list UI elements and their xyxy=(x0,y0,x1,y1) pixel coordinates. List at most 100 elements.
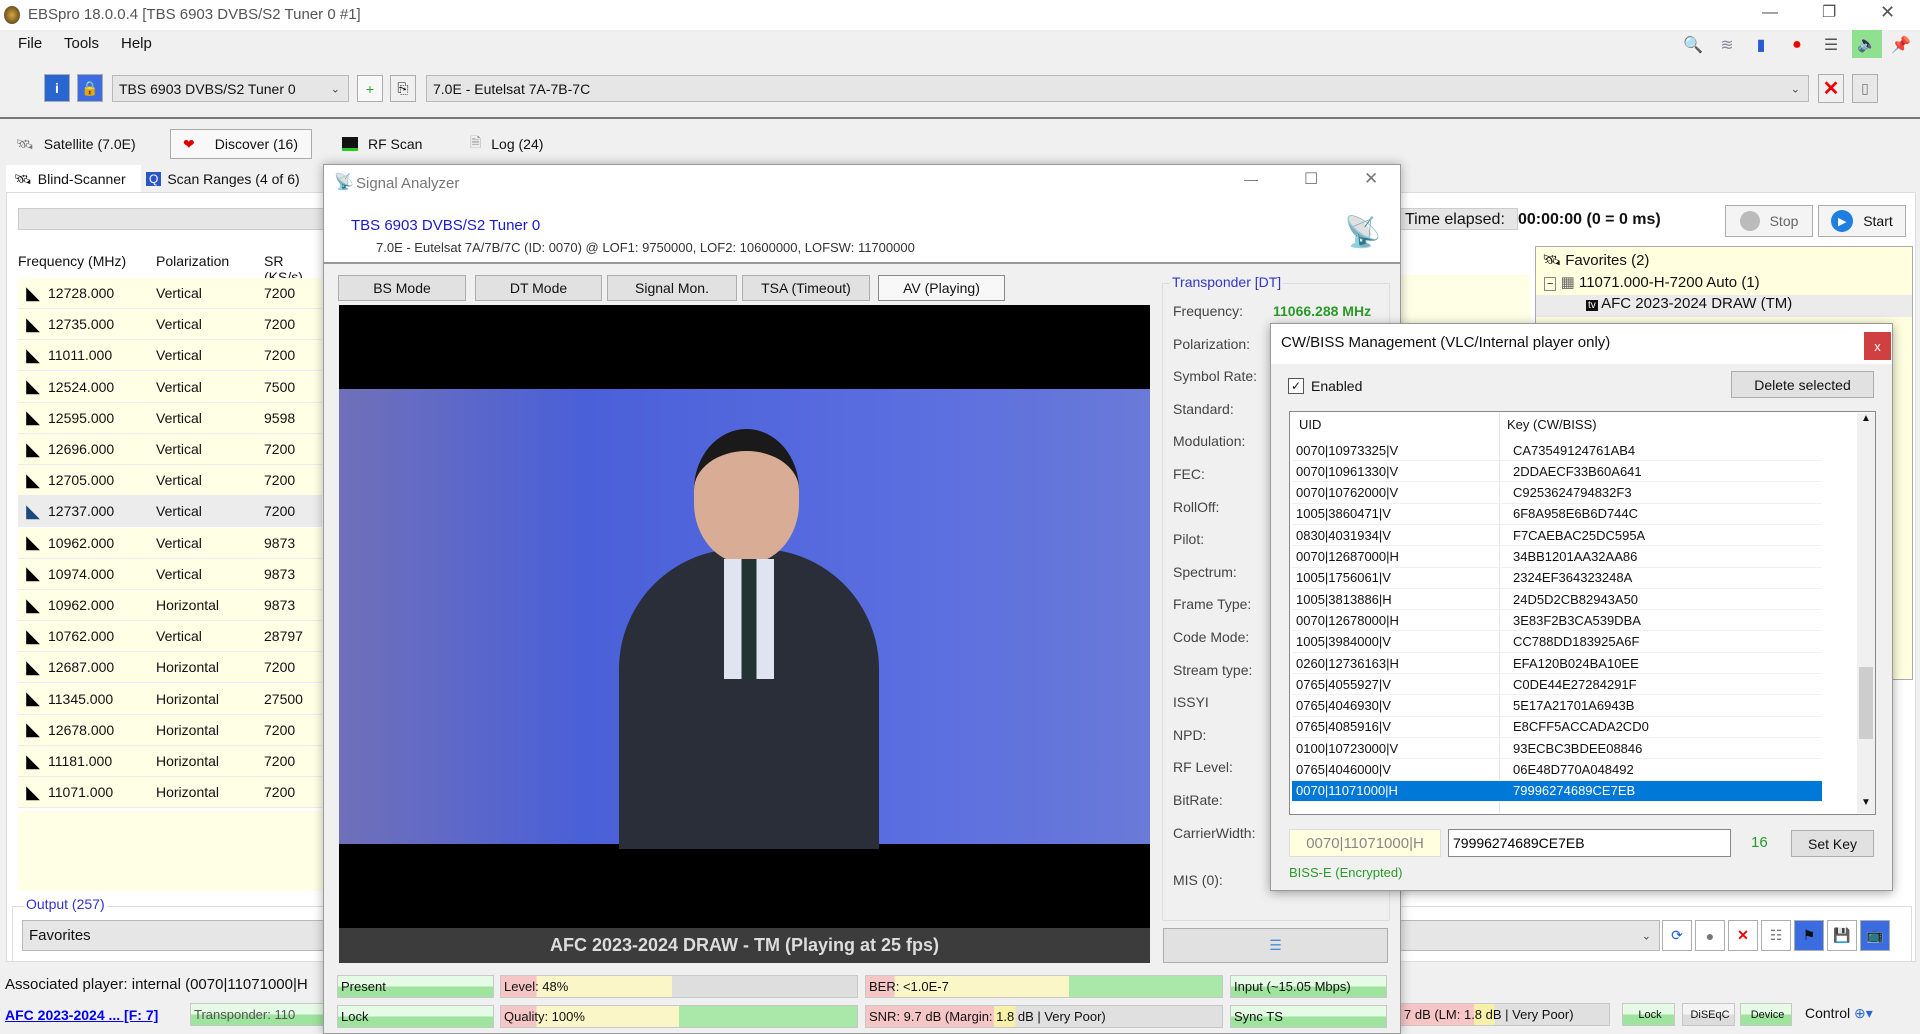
search-icon[interactable]: 🔍 xyxy=(1680,32,1706,58)
tree-item-channel[interactable]: tv AFC 2023-2024 DRAW (TM) xyxy=(1536,295,1912,317)
cw-list-row[interactable]: 0765|4046930|V 5E17A21701A6943B xyxy=(1292,696,1822,717)
scan-table-row[interactable]: ◣ 11345.000 Horizontal 27500 xyxy=(18,683,322,715)
tuner-select[interactable]: TBS 6903 DVBS/S2 Tuner 0 ⌄ xyxy=(112,75,349,102)
scrollbar-thumb[interactable] xyxy=(1859,667,1873,739)
scroll-down-icon[interactable]: ▼ xyxy=(1861,797,1871,808)
globe-button[interactable]: ● xyxy=(1695,920,1725,951)
satellite-select[interactable]: 7.0E - Eutelsat 7A-7B-7C ⌄ xyxy=(426,75,1809,102)
scan-table-row[interactable]: ◣ 12728.000 Vertical 7200 xyxy=(18,278,322,309)
cw-list-row[interactable]: 0070|10762000|V C9253624794832F3 xyxy=(1292,483,1822,504)
scan-table-row[interactable]: ◣ 10962.000 Horizontal 9873 xyxy=(18,590,322,621)
column-header-polarization[interactable]: Polarization xyxy=(156,253,229,269)
analyzer-tab[interactable]: TSA (Timeout) xyxy=(742,275,870,301)
cw-list-row[interactable]: 0070|12678000|H 3E83F2B3CA539DBA xyxy=(1292,610,1822,632)
menu-file[interactable]: File xyxy=(18,35,42,52)
save-list-button[interactable]: 💾 xyxy=(1827,920,1857,951)
column-header-uid[interactable]: UID xyxy=(1299,417,1321,432)
delete-selected-button[interactable]: Delete selected xyxy=(1731,371,1874,398)
output-select[interactable]: Favorites xyxy=(22,920,332,951)
restore-button[interactable]: ❐ xyxy=(1822,2,1836,22)
cw-list-row[interactable]: 0765|4055927|V C0DE44E27284291F xyxy=(1292,674,1822,696)
enabled-checkbox[interactable]: ✓ xyxy=(1288,378,1304,394)
scan-table-row[interactable]: ◣ 12524.000 Vertical 7500 xyxy=(18,371,322,403)
scan-table-row[interactable]: ◣ 12737.000 Vertical 7200 xyxy=(18,496,322,528)
expand-button[interactable]: ☰ xyxy=(1163,928,1388,963)
tab-log[interactable]: 🗎 Log (24) xyxy=(470,130,543,158)
tree-item-favorites[interactable]: 🛰 Favorites (2) xyxy=(1542,251,1649,269)
cw-list-scrollbar[interactable]: ▲ ▼ xyxy=(1857,413,1875,813)
remove-button[interactable]: ✕ xyxy=(1728,920,1758,951)
column-header-key[interactable]: Key (CW/BISS) xyxy=(1507,417,1597,432)
cw-list-row[interactable]: 0070|10973325|V CA73549124761AB4 xyxy=(1292,440,1822,461)
scan-table-row[interactable]: ◣ 12678.000 Horizontal 7200 xyxy=(18,714,322,746)
bar-chart-icon[interactable]: ▮ xyxy=(1748,32,1774,58)
signal-icon[interactable]: ≋ xyxy=(1714,32,1740,58)
scan-table-row[interactable]: ◣ 12595.000 Vertical 9598 xyxy=(18,402,322,434)
analyzer-maximize-button[interactable]: ☐ xyxy=(1304,169,1318,189)
scan-table-row[interactable]: ◣ 12687.000 Horizontal 7200 xyxy=(18,652,322,684)
cw-list-row[interactable]: 0765|4085916|V E8CFF5ACCADA2CD0 xyxy=(1292,717,1822,738)
tv-button[interactable]: 📺 xyxy=(1860,920,1890,951)
record-icon[interactable]: ● xyxy=(1784,32,1810,58)
tree-item-transponder[interactable]: − ▦ 11071.000-H-7200 Auto (1) xyxy=(1544,273,1760,291)
add-transponder-button[interactable]: + xyxy=(357,75,383,102)
speaker-icon[interactable]: 🔈 xyxy=(1852,30,1882,58)
cw-list-row[interactable]: 1005|3813886|H 24D5D2CB82943A50 xyxy=(1292,589,1822,611)
subtab-scan-ranges[interactable]: Q Scan Ranges (4 of 6) xyxy=(146,166,300,192)
minimize-button[interactable]: — xyxy=(1762,4,1778,22)
tab-rf-scan[interactable]: RF Scan xyxy=(342,130,422,158)
scroll-up-icon[interactable]: ▲ xyxy=(1857,413,1875,424)
refresh-button[interactable]: ⟳ xyxy=(1662,920,1692,951)
lock-button[interactable]: 🔒 xyxy=(77,74,103,102)
cw-list-row[interactable]: 0830|4031934|V F7CAEBAC25DC595A xyxy=(1292,525,1822,547)
cw-list-row[interactable]: 1005|3860471|V 6F8A958E6B6D744C xyxy=(1292,504,1822,525)
import-button[interactable]: ⎘ xyxy=(390,75,416,102)
analyzer-tab[interactable]: AV (Playing) xyxy=(878,275,1005,301)
analyzer-minimize-button[interactable]: — xyxy=(1244,171,1258,187)
save-button[interactable]: ▯ xyxy=(1852,74,1878,103)
control-menu[interactable]: Control ⊕▾ xyxy=(1805,1005,1873,1022)
dialog-close-button[interactable]: x xyxy=(1864,332,1891,360)
cw-list-row[interactable]: 0070|11071000|H 79996274689CE7EB xyxy=(1292,780,1822,802)
scan-table-row[interactable]: ◣ 10962.000 Vertical 9873 xyxy=(18,527,322,559)
cw-list-row[interactable]: 0100|10723000|V 93ECBC3BDEE08846 xyxy=(1292,738,1822,760)
pin-icon[interactable]: 📌 xyxy=(1888,32,1914,58)
cw-list-row[interactable]: 0070|10961330|V 2DDAECF33B60A641 xyxy=(1292,461,1822,483)
subtab-blind-scanner[interactable]: 🛰 Blind-Scanner xyxy=(6,165,141,193)
scan-table-row[interactable]: ◣ 12705.000 Vertical 7200 xyxy=(18,465,322,497)
video-player[interactable] xyxy=(339,305,1150,928)
scan-table-row[interactable]: ◣ 10762.000 Vertical 28797 xyxy=(18,621,322,653)
column-header-frequency[interactable]: Frequency (MHz) xyxy=(18,253,126,269)
menu-tools[interactable]: Tools xyxy=(64,35,99,52)
stop-button[interactable]: Stop xyxy=(1725,205,1813,237)
cw-list-row[interactable]: 1005|3984000|V CC788DD183925A6F xyxy=(1292,632,1822,653)
analyzer-tab[interactable]: BS Mode xyxy=(338,275,466,301)
close-button[interactable]: ✕ xyxy=(1880,2,1895,23)
info-button[interactable]: i xyxy=(44,74,70,102)
cw-list-row[interactable]: 0070|12687000|H 34BB1201AA32AA86 xyxy=(1292,547,1822,568)
cw-list-row[interactable]: 0765|4046000|V 06E48D770A048492 xyxy=(1292,760,1822,781)
menu-help[interactable]: Help xyxy=(121,35,152,52)
analyzer-tab[interactable]: Signal Mon. xyxy=(607,275,737,301)
start-button[interactable]: ▶ Start xyxy=(1818,205,1906,237)
cw-list-row[interactable]: 0260|12736163|H EFA120B024BA10EE xyxy=(1292,653,1822,674)
scan-table-row[interactable]: ◣ 12735.000 Vertical 7200 xyxy=(18,309,322,341)
list-icon[interactable]: ☰ xyxy=(1818,32,1844,58)
channel-link[interactable]: AFC 2023-2024 ... [F: 7] xyxy=(5,1007,158,1023)
tab-discover[interactable]: ❤ Discover (16) xyxy=(170,129,312,159)
output-select-right[interactable]: ⌄ xyxy=(1395,920,1660,951)
details-button[interactable]: ☷ xyxy=(1761,920,1791,951)
delete-button[interactable]: ✕ xyxy=(1818,74,1844,103)
analyzer-close-button[interactable]: ✕ xyxy=(1364,169,1378,189)
flag-button[interactable]: ⚑ xyxy=(1794,920,1824,951)
key-input[interactable] xyxy=(1448,829,1731,857)
scan-table-row[interactable]: ◣ 12696.000 Vertical 7200 xyxy=(18,434,322,465)
scan-table-row[interactable]: ◣ 11011.000 Vertical 7200 xyxy=(18,340,322,372)
set-key-button[interactable]: Set Key xyxy=(1791,830,1874,857)
scan-table-row[interactable]: ◣ 10974.000 Vertical 9873 xyxy=(18,558,322,590)
tab-satellite[interactable]: 🛰 Satellite (7.0E) xyxy=(16,130,136,158)
scan-table-row[interactable]: ◣ 11071.000 Horizontal 7200 xyxy=(18,777,322,809)
analyzer-tab[interactable]: DT Mode xyxy=(475,275,602,301)
scan-table-row[interactable]: ◣ 11181.000 Horizontal 7200 xyxy=(18,746,322,777)
cw-list-row[interactable]: 1005|1756061|V 2324EF364323248A xyxy=(1292,568,1822,589)
